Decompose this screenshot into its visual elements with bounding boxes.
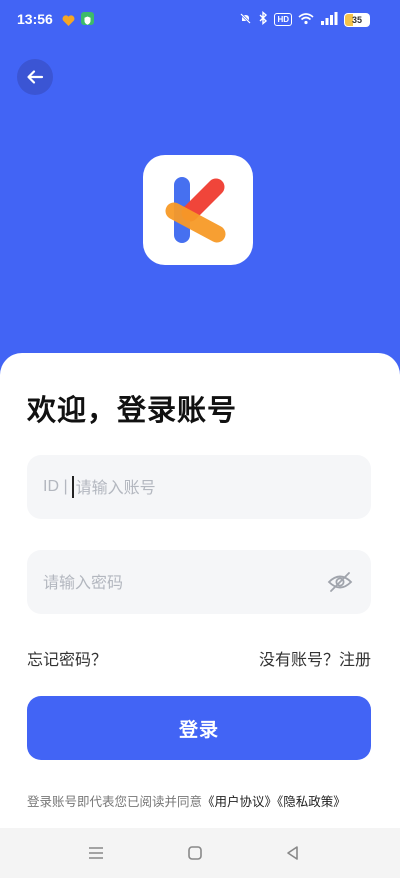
home-icon [188, 846, 202, 860]
password-visibility-toggle[interactable] [327, 569, 353, 595]
mute-icon [239, 12, 252, 28]
privacy-policy-link[interactable]: 《隐私政策》 [277, 794, 346, 809]
app-logo [143, 155, 253, 265]
back-button[interactable] [17, 59, 53, 95]
k-logo-icon [165, 177, 226, 243]
register-link[interactable]: 没有账号？注册 [259, 646, 371, 670]
back-icon [287, 846, 298, 860]
forgot-password-link[interactable]: 忘记密码？ [27, 646, 107, 670]
status-bar: 13:56 HD 35 [0, 0, 400, 40]
eye-off-icon [327, 572, 353, 592]
status-right-icons: HD 35 [239, 11, 370, 28]
recent-apps-button[interactable] [85, 842, 107, 864]
password-input[interactable] [43, 572, 371, 592]
login-button[interactable]: 登录 [27, 696, 371, 760]
agreement-prefix: 登录账号即代表您已阅读并同意 [27, 794, 203, 809]
user-agreement-link[interactable]: 《用户协议》 [202, 794, 277, 809]
agreement-text: 登录账号即代表您已阅读并同意《用户协议》《隐私政策》 [27, 793, 372, 810]
account-field[interactable]: ID | [27, 455, 371, 519]
system-back-button[interactable] [282, 842, 304, 864]
wifi-icon [298, 12, 314, 28]
text-caret [71, 476, 74, 498]
hd-icon: HD [274, 13, 292, 26]
status-left-icons [62, 12, 94, 31]
home-button[interactable] [184, 842, 206, 864]
id-prefix-label: ID | [43, 478, 68, 495]
battery-icon: 35 [344, 12, 370, 27]
system-nav-bar [0, 828, 400, 878]
signal-icon [320, 11, 338, 28]
bluetooth-icon [258, 11, 268, 28]
password-field[interactable] [27, 550, 371, 614]
menu-icon [89, 847, 103, 859]
heart-icon [62, 12, 75, 31]
arrow-left-icon [27, 70, 44, 84]
account-input[interactable] [75, 477, 371, 497]
status-time: 13:56 [17, 11, 53, 27]
page-title: 欢迎，登录账号 [27, 393, 238, 427]
shield-icon [81, 12, 94, 25]
